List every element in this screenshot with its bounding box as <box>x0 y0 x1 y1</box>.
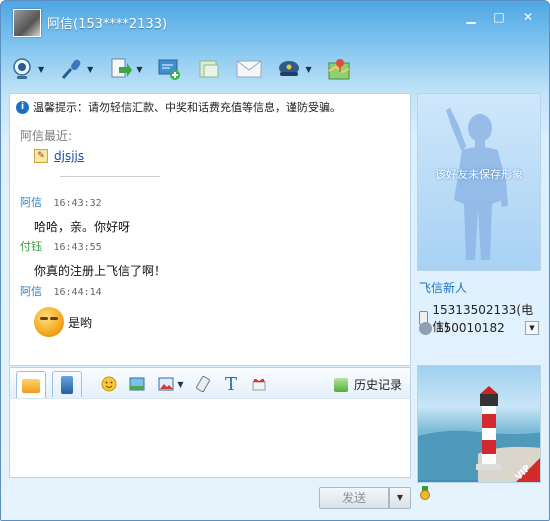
message-sender: 付钰 <box>20 240 42 253</box>
close-button[interactable]: ✕ <box>515 7 541 27</box>
send-options-button[interactable]: ▼ <box>389 487 411 509</box>
message-body: 是哟 <box>34 307 102 337</box>
main-toolbar: ▼ ▼ ▼ ▼ <box>9 53 366 85</box>
avatar[interactable] <box>13 9 41 37</box>
message-time: 16:43:32 <box>53 198 102 209</box>
sms-button[interactable] <box>196 56 222 82</box>
contact-fetion-id-text: 150010182 <box>436 321 505 335</box>
message-input[interactable] <box>9 398 411 478</box>
chat-message: 阿信 16:43:32 哈哈，亲。你好呀 <box>20 194 130 235</box>
history-icon <box>333 377 348 392</box>
email-button[interactable] <box>236 56 262 82</box>
info-icon: i <box>16 100 29 114</box>
divider <box>60 176 160 177</box>
contact-fetion-id: 150010182 ▼ <box>419 321 539 335</box>
recent-status-link[interactable]: djsjjs <box>54 149 84 163</box>
chevron-down-icon[interactable]: ▼ <box>305 65 311 74</box>
gift-icon <box>252 379 266 391</box>
chat-history-panel[interactable]: i 温馨提示：请勿轻信汇款、中奖和话费充值等信息，谨防受骗。 阿信最近: ✎ d… <box>9 93 411 366</box>
location-button[interactable] <box>326 56 352 82</box>
ad-banner[interactable]: VIP <box>417 365 541 483</box>
chevron-down-icon[interactable]: ▼ <box>136 65 142 74</box>
maximize-button[interactable]: □ <box>487 7 511 27</box>
portrait-text: 该好友未保存形象 <box>435 168 523 181</box>
title-bar[interactable]: 阿信(153****2133) ▁ □ ✕ <box>1 1 549 43</box>
medal-icon[interactable] <box>419 486 431 500</box>
message-text: 是哟 <box>68 315 93 330</box>
send-file-icon <box>107 56 133 82</box>
message-time: 16:44:14 <box>53 287 102 298</box>
nudge-button[interactable] <box>194 375 212 393</box>
message-sender: 阿信 <box>20 196 42 209</box>
font-icon: T <box>224 373 237 395</box>
voice-button[interactable]: ▼ <box>58 56 93 82</box>
smiley-icon <box>101 376 117 392</box>
warning-tip: i 温馨提示：请勿轻信汇款、中奖和话费充值等信息，谨防受骗。 <box>16 99 341 115</box>
chevron-down-icon[interactable]: ▼ <box>177 380 183 389</box>
image-icon <box>129 377 145 391</box>
chat-message: 阿信 16:44:14 是哟 <box>20 283 102 337</box>
send-bar: 发送 ▼ <box>9 483 411 511</box>
webcam-icon <box>9 56 35 82</box>
chat-window: 阿信(153****2133) ▁ □ ✕ ▼ ▼ ▼ ▼ i 温馨提示：请勿轻… <box>0 0 550 521</box>
tab-sms[interactable] <box>52 371 82 397</box>
sms-icon <box>196 56 222 82</box>
mail-icon <box>236 56 262 82</box>
send-button[interactable]: 发送 <box>319 487 389 509</box>
send-file-button[interactable]: ▼ <box>107 56 142 82</box>
recent-status-item[interactable]: ✎ djsjjs <box>34 149 84 163</box>
pursed-smile-emoji-icon <box>34 307 64 337</box>
note-icon: ✎ <box>34 149 48 163</box>
contact-nickname: 飞信新人 <box>419 281 468 295</box>
history-button[interactable]: 历史记录 <box>333 376 402 393</box>
webcam-button[interactable]: ▼ <box>9 56 44 82</box>
chat-message: 付钰 16:43:55 你真的注册上飞信了啊！ <box>20 238 166 279</box>
emoji-button[interactable] <box>100 375 118 393</box>
picture-icon <box>158 377 174 391</box>
silhouette-icon <box>446 108 508 260</box>
chevron-down-icon[interactable]: ▼ <box>38 65 44 74</box>
chevron-down-icon[interactable]: ▼ <box>87 65 93 74</box>
chat-bubble-icon <box>22 378 40 393</box>
screenshot-button[interactable] <box>128 375 146 393</box>
fetion-icon <box>419 321 432 335</box>
expand-details-button[interactable]: ▼ <box>525 321 539 335</box>
message-text: 你真的注册上飞信了啊！ <box>34 264 167 278</box>
tip-text: 温馨提示：请勿轻信汇款、中奖和话费充值等信息，谨防受骗。 <box>33 101 341 114</box>
shake-icon <box>196 376 210 392</box>
input-toolbar: ▼ T 历史记录 <box>9 367 411 399</box>
security-button[interactable]: ▼ <box>276 56 312 82</box>
message-time: 16:43:55 <box>53 242 102 253</box>
gift-button[interactable] <box>250 375 268 393</box>
police-hat-icon <box>276 56 302 82</box>
tab-chat[interactable] <box>16 371 46 399</box>
message-text: 哈哈，亲。你好呀 <box>34 220 131 234</box>
add-contact-icon <box>156 56 182 82</box>
window-title: 阿信(153****2133) <box>47 17 168 32</box>
message-sender: 阿信 <box>20 285 42 298</box>
recent-status-label: 阿信最近: <box>20 129 73 143</box>
minimize-button[interactable]: ▁ <box>459 7 483 27</box>
contact-portrait[interactable]: 该好友未保存形象 <box>417 93 541 271</box>
picture-button[interactable]: ▼ <box>156 375 186 393</box>
phone-icon <box>61 375 73 394</box>
microphone-icon <box>58 56 84 82</box>
font-button[interactable]: T <box>222 373 240 395</box>
history-label: 历史记录 <box>353 378 402 392</box>
map-pin-icon <box>326 56 352 82</box>
add-contact-button[interactable] <box>156 56 182 82</box>
